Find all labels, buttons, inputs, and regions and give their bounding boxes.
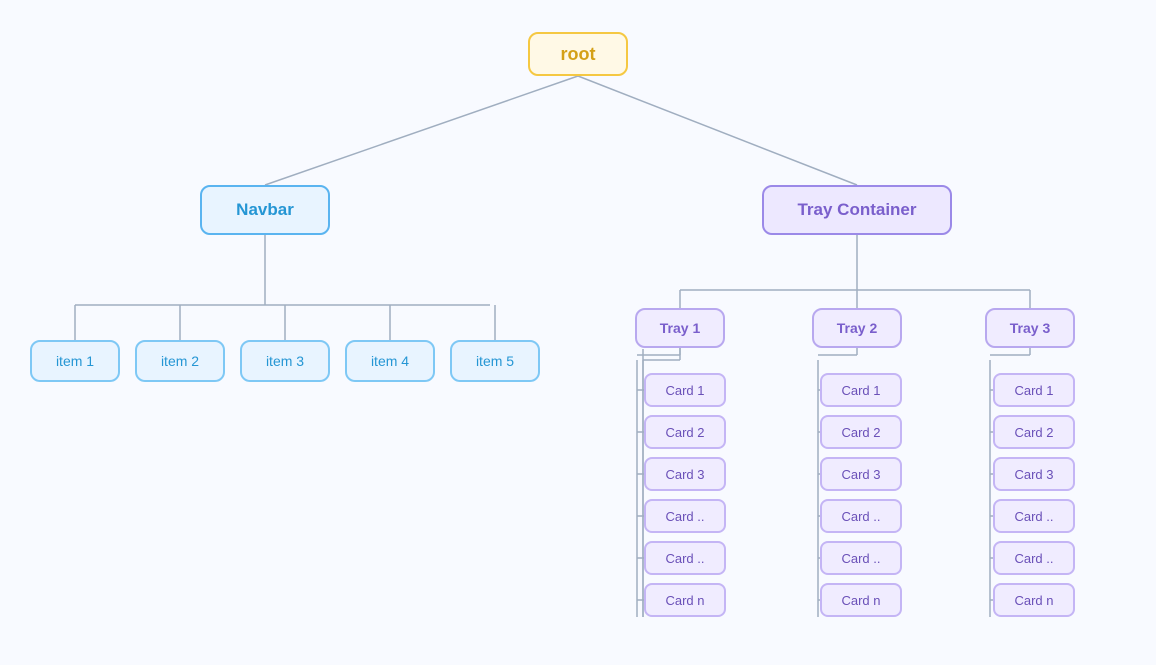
tray2-card-4[interactable]: Card .. xyxy=(820,499,902,533)
tray2-card-1[interactable]: Card 1 xyxy=(820,373,902,407)
tray3-card-4[interactable]: Card .. xyxy=(993,499,1075,533)
navbar-label: Navbar xyxy=(236,200,294,220)
nav-item-2-label: item 2 xyxy=(161,353,199,369)
tray3-card-1[interactable]: Card 1 xyxy=(993,373,1075,407)
tray3-card-5-label: Card .. xyxy=(1014,551,1053,566)
tray1-card-5[interactable]: Card .. xyxy=(644,541,726,575)
nav-item-4[interactable]: item 4 xyxy=(345,340,435,382)
nav-item-3[interactable]: item 3 xyxy=(240,340,330,382)
tray2-card-5[interactable]: Card .. xyxy=(820,541,902,575)
nav-item-3-label: item 3 xyxy=(266,353,304,369)
navbar-node[interactable]: Navbar xyxy=(200,185,330,235)
tray3-card-n[interactable]: Card n xyxy=(993,583,1075,617)
tray3-card-3[interactable]: Card 3 xyxy=(993,457,1075,491)
tray1-card-n-label: Card n xyxy=(665,593,704,608)
tray1-card-4[interactable]: Card .. xyxy=(644,499,726,533)
tray3-card-n-label: Card n xyxy=(1014,593,1053,608)
tray3-card-2-label: Card 2 xyxy=(1014,425,1053,440)
tray1-card-5-label: Card .. xyxy=(665,551,704,566)
tray-3-node[interactable]: Tray 3 xyxy=(985,308,1075,348)
tray-container-label: Tray Container xyxy=(797,200,916,220)
nav-item-5[interactable]: item 5 xyxy=(450,340,540,382)
tray1-card-1[interactable]: Card 1 xyxy=(644,373,726,407)
tray-1-label: Tray 1 xyxy=(660,320,700,336)
tray-1-node[interactable]: Tray 1 xyxy=(635,308,725,348)
tray2-card-4-label: Card .. xyxy=(841,509,880,524)
tray-2-node[interactable]: Tray 2 xyxy=(812,308,902,348)
tray2-card-1-label: Card 1 xyxy=(841,383,880,398)
tray1-card-2-label: Card 2 xyxy=(665,425,704,440)
tray2-card-2[interactable]: Card 2 xyxy=(820,415,902,449)
nav-item-5-label: item 5 xyxy=(476,353,514,369)
tray1-card-n[interactable]: Card n xyxy=(644,583,726,617)
tray1-card-4-label: Card .. xyxy=(665,509,704,524)
tray-3-label: Tray 3 xyxy=(1010,320,1050,336)
tray2-card-5-label: Card .. xyxy=(841,551,880,566)
nav-item-1-label: item 1 xyxy=(56,353,94,369)
connection-lines xyxy=(0,0,1156,665)
tray3-card-1-label: Card 1 xyxy=(1014,383,1053,398)
tray-2-label: Tray 2 xyxy=(837,320,877,336)
tray2-card-3-label: Card 3 xyxy=(841,467,880,482)
tray1-card-1-label: Card 1 xyxy=(665,383,704,398)
nav-item-4-label: item 4 xyxy=(371,353,409,369)
tray2-card-n[interactable]: Card n xyxy=(820,583,902,617)
tray3-card-2[interactable]: Card 2 xyxy=(993,415,1075,449)
tray1-card-2[interactable]: Card 2 xyxy=(644,415,726,449)
tray3-card-5[interactable]: Card .. xyxy=(993,541,1075,575)
root-node[interactable]: root xyxy=(528,32,628,76)
tray2-card-3[interactable]: Card 3 xyxy=(820,457,902,491)
tray1-card-3[interactable]: Card 3 xyxy=(644,457,726,491)
diagram: root Navbar Tray Container item 1 item 2… xyxy=(0,0,1156,665)
root-label: root xyxy=(561,44,596,65)
tray3-card-4-label: Card .. xyxy=(1014,509,1053,524)
nav-item-1[interactable]: item 1 xyxy=(30,340,120,382)
tray3-card-3-label: Card 3 xyxy=(1014,467,1053,482)
tray-container-node[interactable]: Tray Container xyxy=(762,185,952,235)
tray2-card-2-label: Card 2 xyxy=(841,425,880,440)
tray2-card-n-label: Card n xyxy=(841,593,880,608)
nav-item-2[interactable]: item 2 xyxy=(135,340,225,382)
tray1-card-3-label: Card 3 xyxy=(665,467,704,482)
